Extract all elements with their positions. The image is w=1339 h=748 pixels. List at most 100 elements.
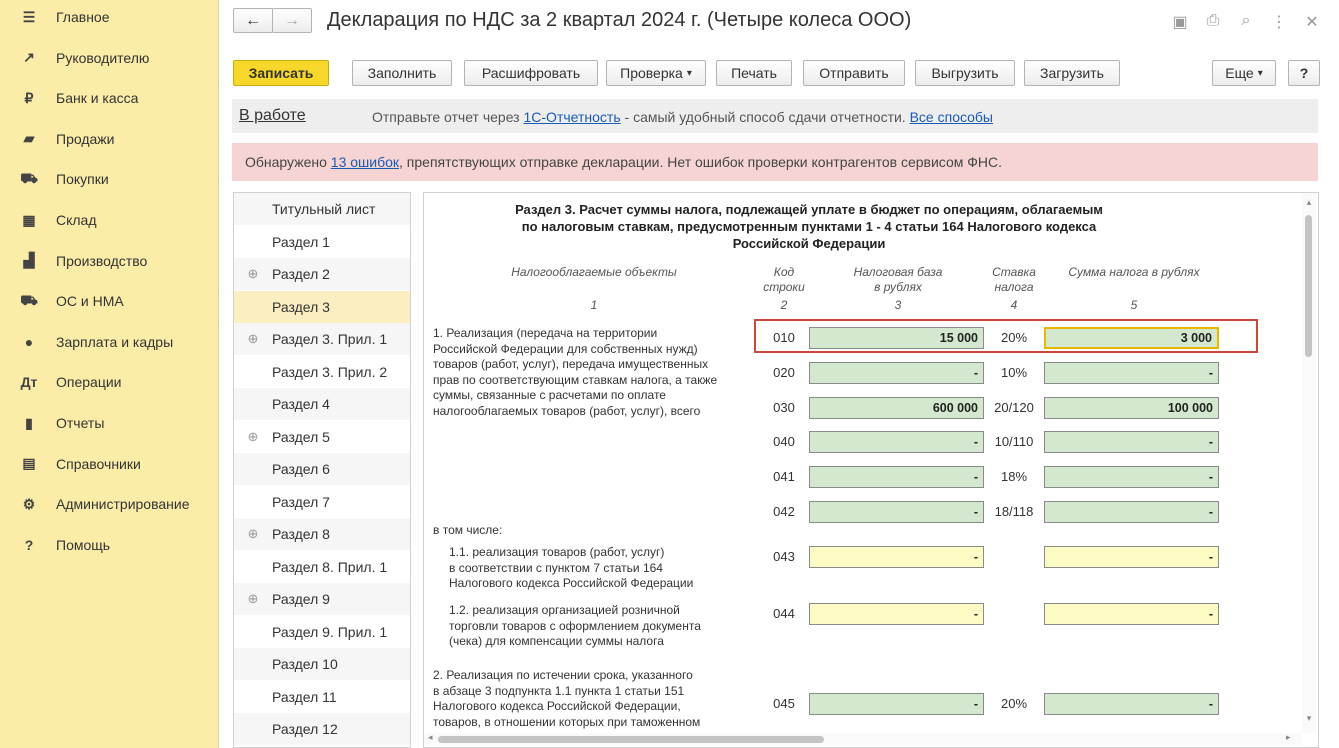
expand-plus-icon[interactable]: ⊕ xyxy=(234,331,272,347)
sidebar-item-8[interactable]: ⛟ ОС и НМА xyxy=(0,284,218,318)
tax-amount-field[interactable]: 100 000 xyxy=(1044,397,1219,419)
col-number-1: 1 xyxy=(590,298,598,312)
expand-plus-icon[interactable]: ⊕ xyxy=(234,526,272,542)
shopping-bag-icon: ▰ xyxy=(23,130,35,147)
sidebar-item-3[interactable]: ₽ Банк и касса xyxy=(0,81,218,115)
sidebar-item-label: Отчеты xyxy=(56,415,105,431)
forward-button[interactable]: → xyxy=(272,8,312,33)
expand-plus-icon[interactable]: ⊕ xyxy=(234,429,272,445)
back-button[interactable]: ← xyxy=(233,8,273,33)
more-dropdown-button[interactable]: Еще ▾ xyxy=(1212,60,1276,86)
print-button[interactable]: Печать xyxy=(716,60,792,86)
tax-amount-field[interactable]: - xyxy=(1044,501,1219,523)
tax-amount-field[interactable]: - xyxy=(1044,431,1219,453)
section-item[interactable]: Раздел 3. Прил. 2 xyxy=(234,356,410,388)
tax-amount-field[interactable]: - xyxy=(1044,693,1219,715)
export-button[interactable]: Выгрузить xyxy=(915,60,1015,86)
section-item-label: Раздел 9 xyxy=(272,591,330,607)
tax-base-field[interactable]: - xyxy=(809,431,984,453)
scroll-up-icon[interactable]: ▴ xyxy=(1302,197,1316,208)
section-item[interactable]: ⊕ Раздел 3. Прил. 1 xyxy=(234,323,410,355)
tax-amount-field[interactable]: 3 000 xyxy=(1044,327,1219,349)
tax-rate: 10% xyxy=(1000,365,1028,380)
save-button[interactable]: Записать xyxy=(233,60,329,86)
sidebar-item-6[interactable]: ▦ Склад xyxy=(0,203,218,237)
expand-plus-icon[interactable]: ⊕ xyxy=(234,266,272,282)
sidebar-item-1[interactable]: ☰ Главное xyxy=(0,0,218,34)
section-item[interactable]: Раздел 11 xyxy=(234,681,410,713)
section-item[interactable]: ⊕ Раздел 2 xyxy=(234,258,410,290)
fill-button[interactable]: Заполнить xyxy=(352,60,452,86)
section-item[interactable]: Раздел 4 xyxy=(234,388,410,420)
scroll-right-icon[interactable]: ▸ xyxy=(1286,732,1291,743)
section-item[interactable]: Раздел 7 xyxy=(234,486,410,518)
vertical-scroll-thumb[interactable] xyxy=(1305,215,1312,357)
section-item[interactable]: Раздел 3 xyxy=(234,290,410,323)
all-methods-link[interactable]: Все способы xyxy=(910,109,993,125)
section-item[interactable]: Титульный лист xyxy=(234,193,410,225)
tax-amount-field[interactable]: - xyxy=(1044,546,1219,568)
tax-base-field[interactable]: 15 000 xyxy=(809,327,984,349)
print-icon[interactable]: ⎙ xyxy=(1204,12,1222,30)
tax-base-field[interactable]: - xyxy=(809,693,984,715)
sidebar-item-9[interactable]: ● Зарплата и кадры xyxy=(0,325,218,359)
expand-plus-icon[interactable]: ⊕ xyxy=(234,591,272,607)
section-item[interactable]: Раздел 12 xyxy=(234,713,410,745)
tax-amount-field[interactable]: - xyxy=(1044,466,1219,488)
sidebar-item-14[interactable]: ? Помощь xyxy=(0,528,218,562)
tax-rate: 20% xyxy=(1000,696,1028,711)
send-button[interactable]: Отправить xyxy=(803,60,905,86)
sidebar-item-2[interactable]: ↗ Руководителю xyxy=(0,41,218,75)
import-button[interactable]: Загрузить xyxy=(1024,60,1120,86)
section-item[interactable]: Раздел 10 xyxy=(234,648,410,680)
row-code: 030 xyxy=(773,400,795,415)
tax-base-field[interactable]: - xyxy=(809,362,984,384)
reporting-service-link[interactable]: 1С-Отчетность xyxy=(524,109,621,125)
errors-link[interactable]: 13 ошибок xyxy=(331,154,399,170)
help-button[interactable]: ? xyxy=(1288,60,1320,86)
sidebar-item-7[interactable]: ▟ Производство xyxy=(0,244,218,278)
sidebar-item-5[interactable]: ⛟ Покупки xyxy=(0,162,218,196)
horizontal-scrollbar[interactable]: ◂ ▸ xyxy=(424,732,1302,745)
decode-button[interactable]: Расшифровать xyxy=(464,60,598,86)
section-item[interactable]: Раздел 8. Прил. 1 xyxy=(234,551,410,583)
sidebar-item-4[interactable]: ▰ Продажи xyxy=(0,122,218,156)
vertical-scrollbar[interactable]: ▴ ▾ xyxy=(1302,193,1316,733)
tax-base-field[interactable]: - xyxy=(809,501,984,523)
tax-base-field[interactable]: 600 000 xyxy=(809,397,984,419)
tax-base-field[interactable]: - xyxy=(809,603,984,625)
horizontal-scroll-thumb[interactable] xyxy=(438,736,824,743)
sidebar-item-11[interactable]: ▮ Отчеты xyxy=(0,406,218,440)
section-item-label: Раздел 10 xyxy=(272,656,338,672)
section-item[interactable]: ⊕ Раздел 8 xyxy=(234,518,410,550)
row-code: 040 xyxy=(773,434,795,449)
desc-line: Российской Федерации для собственных нуж… xyxy=(433,341,698,356)
section-item[interactable]: Раздел 6 xyxy=(234,453,410,485)
tax-base-field[interactable]: - xyxy=(809,466,984,488)
scroll-down-icon[interactable]: ▾ xyxy=(1302,713,1316,724)
tax-amount-field[interactable]: - xyxy=(1044,362,1219,384)
section-item[interactable]: ⊕ Раздел 5 xyxy=(234,421,410,453)
section-item-label: Титульный лист xyxy=(272,201,376,217)
sidebar-item-label: Банк и касса xyxy=(56,90,139,107)
sidebar-item-10[interactable]: Дт Операции xyxy=(0,365,218,399)
preview-icon[interactable]: ⌕ xyxy=(1237,12,1255,30)
status-text-middle: - самый удобный способ сдачи отчетности. xyxy=(624,109,906,125)
close-icon[interactable]: ✕ xyxy=(1303,12,1321,31)
alert-text-after: , препятствующих отправке декларации. Не… xyxy=(399,154,1003,170)
check-dropdown-button[interactable]: Проверка ▾ xyxy=(606,60,706,86)
section-item[interactable]: ⊕ Раздел 9 xyxy=(234,583,410,615)
more-icon[interactable]: ⋮ xyxy=(1270,12,1288,31)
save-icon[interactable]: ▣ xyxy=(1171,12,1189,31)
status-state-link[interactable]: В работе xyxy=(239,107,306,125)
check-button-label: Проверка xyxy=(620,65,683,81)
desc-line: товаров (работ, услуг), передача имущест… xyxy=(433,357,709,371)
tax-base-field[interactable]: - xyxy=(809,546,984,568)
scroll-left-icon[interactable]: ◂ xyxy=(428,732,433,743)
sidebar-item-12[interactable]: ▤ Справочники xyxy=(0,447,218,481)
tax-amount-field[interactable]: - xyxy=(1044,603,1219,625)
section-item[interactable]: Раздел 9. Прил. 1 xyxy=(234,616,410,648)
arrow-right-icon: → xyxy=(284,11,300,29)
section-item[interactable]: Раздел 1 xyxy=(234,226,410,258)
sidebar-item-13[interactable]: ⚙ Администрирование xyxy=(0,487,218,521)
